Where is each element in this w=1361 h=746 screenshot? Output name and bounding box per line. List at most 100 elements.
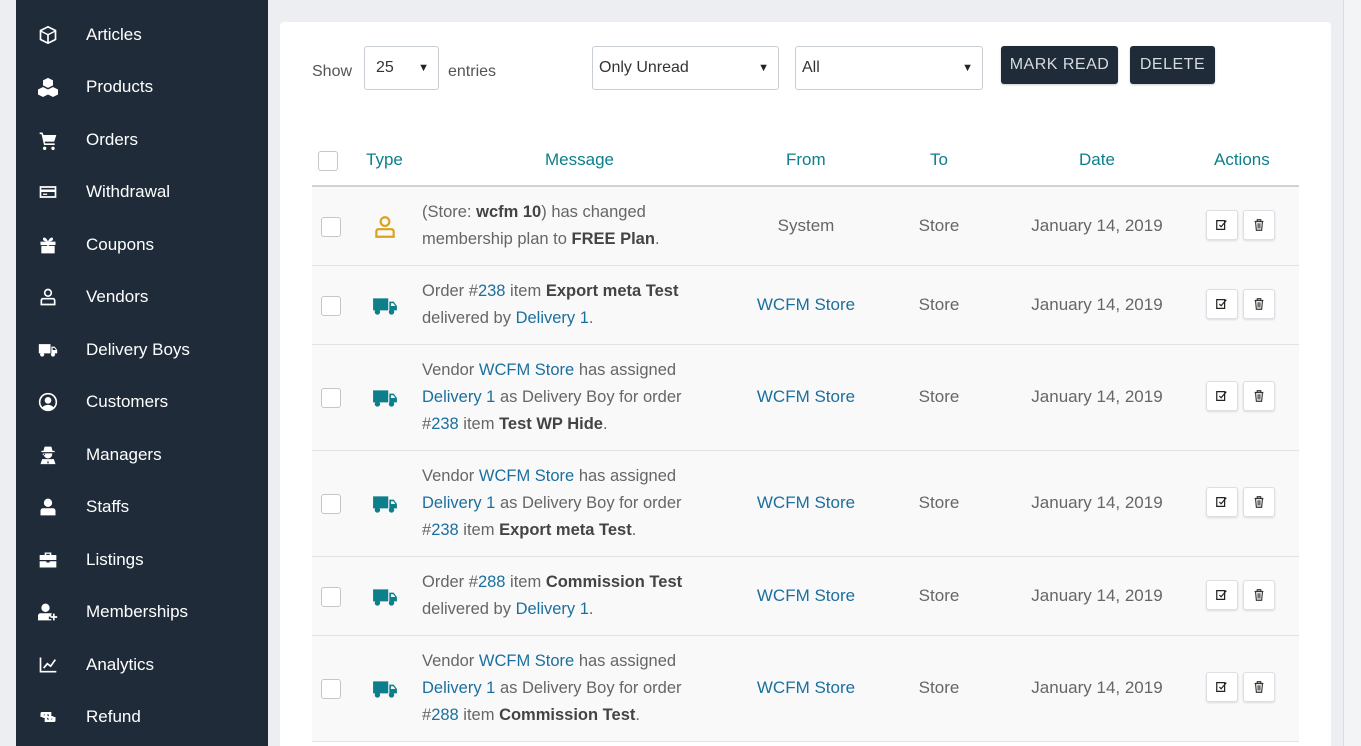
delete-action-button[interactable] — [1243, 381, 1275, 411]
sidebar-item-listings[interactable]: Listings — [16, 540, 268, 580]
row-checkbox[interactable] — [321, 494, 341, 514]
to-cell: Store — [918, 387, 960, 406]
sidebar-item-coupons[interactable]: Coupons — [16, 225, 268, 265]
message-link[interactable]: 288 — [431, 706, 459, 724]
mark-read-action-button[interactable] — [1206, 579, 1238, 610]
trash-icon — [1252, 389, 1266, 403]
sidebar-item-label: Withdrawal — [86, 182, 171, 201]
from-cell[interactable]: WCFM Store — [726, 387, 886, 407]
date-cell: January 14, 2019 — [1031, 215, 1163, 235]
delete-action-button[interactable] — [1243, 672, 1275, 702]
from-cell[interactable]: WCFM Store — [726, 295, 886, 315]
row-checkbox[interactable] — [321, 388, 341, 408]
row-checkbox[interactable] — [321, 679, 341, 699]
delete-action-button[interactable] — [1243, 487, 1275, 517]
message-text: Vendor WCFM Store has assigned Delivery … — [422, 361, 682, 433]
sidebar-item-withdrawal[interactable]: Withdrawal — [16, 172, 268, 212]
sidebar: Articles Products Orders Withdrawal Coup… — [16, 0, 268, 746]
trash-icon — [1252, 218, 1266, 232]
sidebar-item-label: Articles — [86, 25, 142, 44]
row-checkbox[interactable] — [321, 586, 341, 607]
sidebar-item-vendors[interactable]: Vendors — [16, 277, 268, 317]
message-link[interactable]: Delivery 1 — [422, 388, 495, 406]
row-checkbox[interactable] — [321, 295, 341, 316]
message-link[interactable]: WCFM Store — [479, 467, 574, 485]
message-text: Vendor WCFM Store has assigned Delivery … — [422, 467, 682, 539]
mark-read-action-button[interactable] — [1206, 672, 1238, 702]
mark-read-action-button[interactable] — [1206, 381, 1238, 411]
sidebar-item-label: Memberships — [86, 602, 189, 621]
chevron-down-icon: ▼ — [418, 62, 429, 74]
table-row: Order #288 item Commission Test delivere… — [312, 557, 1299, 636]
sidebar-item-customers[interactable]: Customers — [16, 382, 268, 422]
message-link[interactable]: Delivery 1 — [516, 600, 589, 618]
delete-action-button[interactable] — [1243, 288, 1275, 319]
message-link[interactable]: Delivery 1 — [516, 309, 589, 327]
from-cell: System — [777, 215, 835, 235]
user-outline-icon — [36, 285, 60, 309]
from-cell[interactable]: WCFM Store — [726, 493, 886, 513]
sidebar-item-refund[interactable]: Refund — [16, 697, 268, 737]
mark-read-button[interactable]: MARK READ — [1001, 46, 1118, 84]
column-header-type[interactable]: Type — [366, 150, 403, 170]
sidebar-item-orders[interactable]: Orders — [16, 120, 268, 160]
message-link[interactable]: 238 — [478, 282, 506, 300]
user-plus-icon — [36, 600, 60, 624]
date-cell: January 14, 2019 — [1031, 493, 1163, 512]
retweet-icon — [36, 705, 60, 729]
user-outline-icon — [372, 214, 398, 240]
mark-read-action-button[interactable] — [1206, 209, 1238, 240]
type-filter[interactable]: All ▼ — [795, 46, 983, 90]
message-link[interactable]: 238 — [431, 521, 459, 539]
sidebar-item-articles[interactable]: Articles — [16, 15, 268, 55]
gift-icon — [36, 233, 60, 257]
show-label: Show — [312, 63, 353, 80]
user-icon — [36, 495, 60, 519]
message-link[interactable]: 238 — [431, 415, 459, 433]
date-cell: January 14, 2019 — [1031, 585, 1163, 605]
message-text: Vendor WCFM Store has assigned Delivery … — [422, 652, 682, 724]
message-bold: wcfm 10 — [476, 203, 542, 221]
page-size-select[interactable]: 25 ▼ — [364, 46, 439, 90]
column-header-message[interactable]: Message — [545, 150, 614, 170]
truck-icon — [372, 491, 398, 517]
delete-button[interactable]: DELETE — [1130, 46, 1215, 84]
message-text: Order #288 item Commission Test delivere… — [422, 573, 683, 618]
sidebar-item-label: Vendors — [86, 287, 149, 306]
check-square-icon — [1215, 588, 1229, 602]
row-checkbox[interactable] — [321, 216, 341, 237]
column-header-to[interactable]: To — [930, 150, 948, 170]
select-all-checkbox[interactable] — [318, 151, 338, 171]
sidebar-item-managers[interactable]: Managers — [16, 435, 268, 475]
message-link[interactable]: 288 — [478, 573, 506, 591]
delete-action-button[interactable] — [1243, 209, 1275, 240]
delete-action-button[interactable] — [1243, 579, 1275, 610]
sidebar-item-products[interactable]: Products — [16, 67, 268, 107]
from-cell[interactable]: WCFM Store — [726, 586, 886, 606]
mark-read-action-button[interactable] — [1206, 487, 1238, 517]
sidebar-item-analytics[interactable]: Analytics — [16, 645, 268, 685]
column-header-from[interactable]: From — [786, 150, 826, 170]
from-cell[interactable]: WCFM Store — [726, 678, 886, 698]
to-cell: Store — [918, 678, 960, 697]
mark-read-action-button[interactable] — [1206, 288, 1238, 319]
scrollbar-track[interactable] — [1343, 0, 1361, 746]
message-bold: Commission Test — [545, 573, 683, 591]
message-text: (Store: wcfm 10) has changed membership … — [422, 203, 660, 248]
table-row: Order #238 item Export meta Test deliver… — [312, 266, 1299, 345]
date-cell: January 14, 2019 — [1031, 678, 1163, 697]
message-bold: Export meta Test — [499, 521, 632, 539]
sidebar-item-label: Delivery Boys — [86, 340, 190, 359]
read-status-filter[interactable]: Only Unread ▼ — [592, 46, 779, 90]
sidebar-item-memberships[interactable]: Memberships — [16, 592, 268, 632]
message-link[interactable]: WCFM Store — [479, 652, 574, 670]
sidebar-item-delivery-boys[interactable]: Delivery Boys — [16, 330, 268, 370]
sidebar-item-staffs[interactable]: Staffs — [16, 487, 268, 527]
message-link[interactable]: Delivery 1 — [422, 494, 495, 512]
check-square-icon — [1215, 218, 1229, 232]
message-link[interactable]: WCFM Store — [479, 361, 574, 379]
message-link[interactable]: Delivery 1 — [422, 679, 495, 697]
column-header-date[interactable]: Date — [1079, 150, 1115, 170]
to-cell: Store — [918, 294, 960, 314]
sidebar-item-label: Customers — [86, 392, 169, 411]
